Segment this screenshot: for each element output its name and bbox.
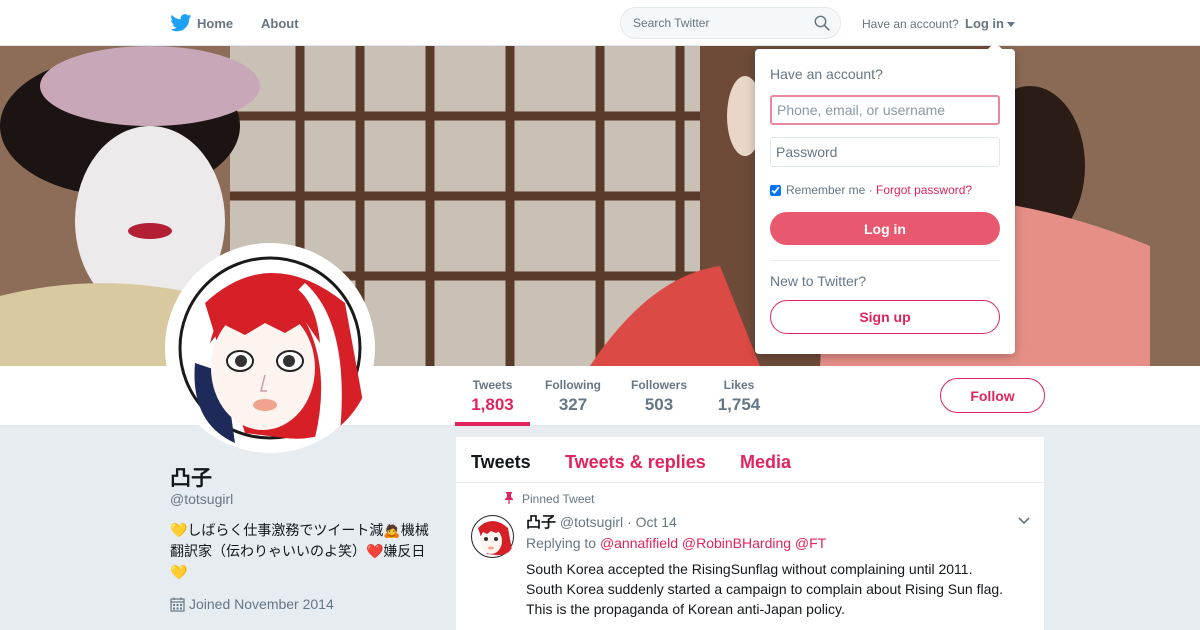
twitter-bird-icon[interactable]	[170, 14, 192, 32]
separator-dot: ·	[868, 183, 873, 197]
calendar-icon	[170, 597, 185, 612]
profile-handle[interactable]: @totsugirl	[170, 491, 233, 507]
mention-link[interactable]: @annafifield	[600, 535, 678, 551]
tweet-avatar-illustration	[471, 515, 514, 558]
pinned-text: Pinned Tweet	[522, 492, 595, 506]
profile-avatar[interactable]	[165, 243, 375, 453]
stat-value: 1,754	[717, 395, 761, 414]
tweet-separator: ·	[627, 514, 632, 530]
pin-icon	[505, 492, 513, 504]
mention-link[interactable]: @FT	[795, 535, 826, 551]
search-icon[interactable]	[814, 15, 830, 31]
tweet-author-name[interactable]: 凸子	[526, 514, 556, 531]
stat-tweets[interactable]: Tweets 1,803	[470, 378, 515, 415]
tweet-author-handle[interactable]: @totsugirl	[560, 514, 623, 530]
stat-label: Likes	[723, 378, 755, 392]
search-box[interactable]	[620, 7, 841, 39]
timeline: Tweets Tweets & replies Media Pinned Twe…	[456, 437, 1044, 630]
avatar-illustration	[178, 256, 365, 443]
new-to-twitter-text: New to Twitter?	[770, 273, 867, 289]
stat-value: 503	[644, 395, 674, 414]
tweet-date[interactable]: Oct 14	[636, 514, 677, 530]
active-stat-underline	[455, 422, 530, 426]
replying-label: Replying to	[526, 535, 597, 551]
forgot-password-link[interactable]: Forgot password?	[876, 183, 972, 197]
tweet-header: 凸子 @totsugirl · Oct 14	[526, 511, 677, 532]
stat-label: Following	[545, 378, 601, 392]
divider	[770, 260, 1000, 261]
tab-tweets-replies[interactable]: Tweets & replies	[565, 452, 706, 473]
tweet-line: South Korea suddenly started a campaign …	[526, 581, 1004, 597]
login-dropdown-toggle[interactable]: Log in	[965, 16, 1015, 31]
remember-me-checkbox[interactable]	[770, 184, 781, 196]
have-account-text: Have an account?	[862, 17, 959, 31]
nav-about-link[interactable]: About	[261, 16, 299, 31]
top-nav: Home About Have an account? Log in	[0, 0, 1200, 46]
dropdown-arrow	[988, 42, 1002, 49]
stat-followers[interactable]: Followers 503	[628, 378, 690, 415]
login-dropdown-title: Have an account?	[770, 66, 883, 82]
profile-name[interactable]: 凸子	[170, 462, 212, 492]
search-input[interactable]	[633, 16, 803, 30]
timeline-tabs: Tweets Tweets & replies Media	[456, 437, 1044, 483]
stat-value: 327	[558, 395, 588, 414]
stat-likes[interactable]: Likes 1,754	[714, 378, 764, 415]
stat-following[interactable]: Following 327	[543, 378, 603, 415]
login-dropdown: Have an account? Remember me · Forgot pa…	[755, 42, 1015, 354]
nav-home-link[interactable]: Home	[197, 16, 233, 31]
username-input[interactable]	[770, 95, 1000, 125]
password-input[interactable]	[770, 137, 1000, 167]
chevron-down-icon[interactable]	[1018, 517, 1030, 525]
mention-link[interactable]: @RobinBHarding	[682, 535, 791, 551]
stat-value: 1,803	[471, 395, 514, 414]
joined-date: Joined November 2014	[170, 596, 334, 612]
pinned-tweet-label: Pinned Tweet	[504, 492, 595, 506]
login-link-label: Log in	[965, 16, 1004, 31]
remember-me[interactable]: Remember me · Forgot password?	[770, 183, 972, 197]
joined-text: Joined November 2014	[189, 596, 334, 612]
tab-tweets[interactable]: Tweets	[471, 452, 531, 473]
profile-bio: 💛しばらく仕事激務でツイート減🙇機械翻訳家（伝わりゃいいのよ笑）❤️嫌反日💛	[170, 522, 429, 580]
login-button[interactable]: Log in	[770, 212, 1000, 245]
follow-button[interactable]: Follow	[940, 378, 1045, 413]
tweet-text: South Korea accepted the RisingSunflag w…	[526, 559, 1026, 619]
stat-label: Followers	[630, 378, 687, 392]
stat-label: Tweets	[472, 378, 513, 392]
tweet-line: South Korea accepted the RisingSunflag w…	[526, 561, 973, 577]
tweet-avatar[interactable]	[470, 514, 515, 559]
caret-down-icon	[1007, 22, 1015, 28]
replying-to: Replying to @annafifield @RobinBHarding …	[526, 535, 826, 551]
remember-me-label: Remember me	[786, 183, 866, 197]
tweet-line: This is the propaganda of Korean anti-Ja…	[526, 601, 845, 617]
tab-media[interactable]: Media	[740, 452, 791, 473]
signup-button[interactable]: Sign up	[770, 300, 1000, 334]
